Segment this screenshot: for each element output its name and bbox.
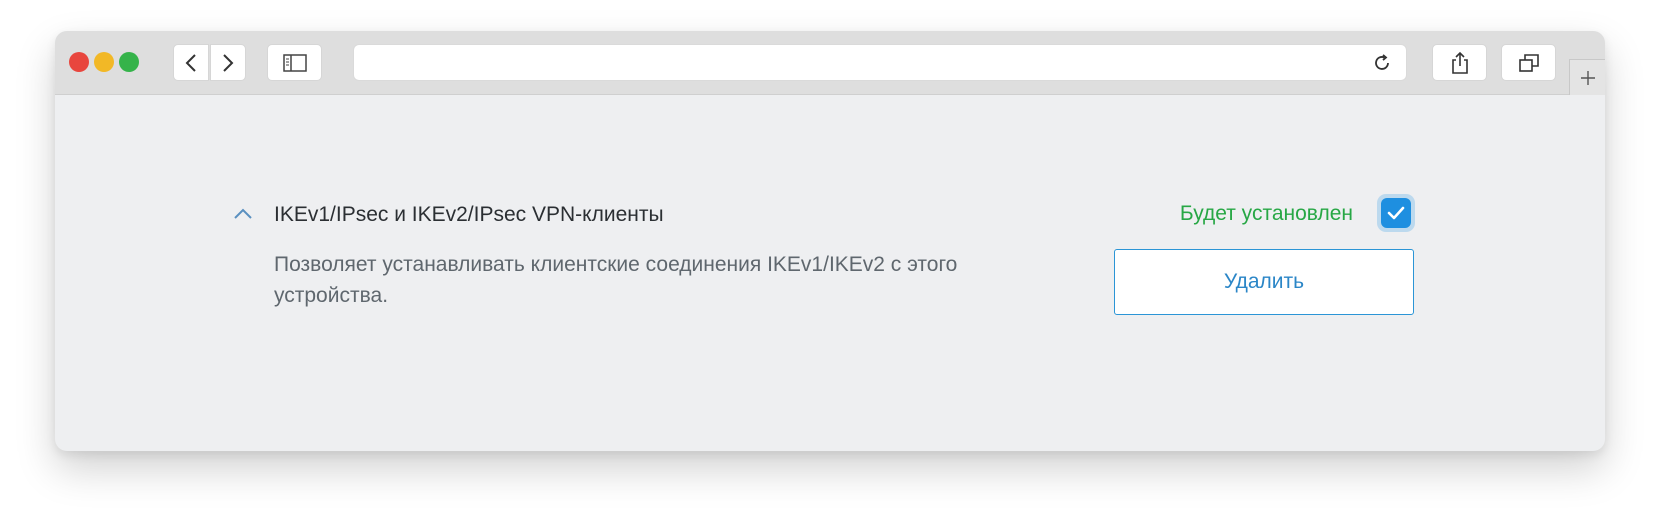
reload-icon[interactable] xyxy=(1372,53,1392,73)
chevron-left-icon xyxy=(185,53,196,72)
share-button[interactable] xyxy=(1432,44,1487,81)
plus-icon xyxy=(1580,70,1595,85)
back-button[interactable] xyxy=(173,44,209,81)
share-icon xyxy=(1451,51,1468,74)
collapse-chevron-up-icon[interactable] xyxy=(232,207,254,221)
close-window-button[interactable] xyxy=(69,52,89,72)
component-description: Позволяет устанавливать клиентские соеди… xyxy=(274,253,958,307)
component-title: IKEv1/IPsec и IKEv2/IPsec VPN-клиенты xyxy=(274,203,664,226)
sidebar-button[interactable] xyxy=(267,44,322,81)
tabs-overview-icon xyxy=(1518,53,1539,72)
address-bar[interactable] xyxy=(353,44,1407,81)
page-content: IKEv1/IPsec и IKEv2/IPsec VPN-клиенты По… xyxy=(55,95,1605,451)
zoom-window-button[interactable] xyxy=(119,52,139,72)
install-status: Будет установлен xyxy=(1179,202,1353,225)
delete-button[interactable]: Удалить xyxy=(1114,249,1414,315)
sidebar-icon xyxy=(282,53,307,72)
new-tab-button[interactable] xyxy=(1569,59,1605,95)
minimize-window-button[interactable] xyxy=(94,52,114,72)
checkbox-box xyxy=(1381,198,1411,228)
chevron-right-icon xyxy=(223,53,234,72)
tabs-overview-button[interactable] xyxy=(1501,44,1556,81)
browser-toolbar xyxy=(55,31,1605,95)
checkmark-icon xyxy=(1387,206,1405,220)
install-checkbox[interactable] xyxy=(1377,194,1415,232)
browser-window: IKEv1/IPsec и IKEv2/IPsec VPN-клиенты По… xyxy=(55,31,1605,451)
forward-button[interactable] xyxy=(210,44,246,81)
